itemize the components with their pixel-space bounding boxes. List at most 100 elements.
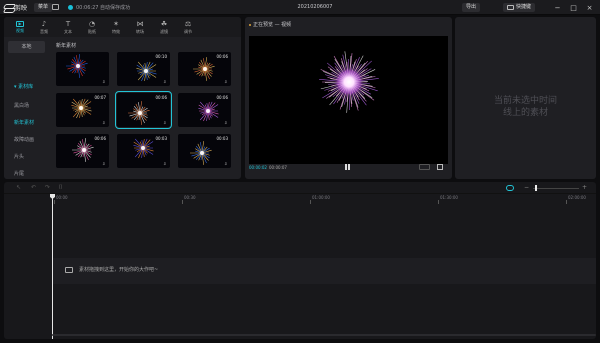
download-icon[interactable]: ⇩ (102, 80, 106, 84)
firework-preview-image (319, 51, 379, 113)
preview-player: 正在预览 — 视频 00:00:02 00:00:07 (245, 17, 452, 179)
current-timecode: 00:00:02 (249, 165, 267, 170)
capcut-logo-icon (4, 4, 13, 12)
ruler-tick-label: 01:00:00 (312, 195, 330, 200)
transition-icon: ⋈ (136, 19, 144, 28)
redo-icon[interactable]: ↷ (45, 185, 51, 191)
tab-transition[interactable]: ⋈ 转场 (128, 17, 152, 37)
tab-audio[interactable]: ♪ 音频 (32, 17, 56, 37)
tab-adjust[interactable]: ⚖ 调节 (176, 17, 200, 37)
close-icon[interactable]: × (585, 3, 594, 12)
media-panel: ▶ 视频 ♪ 音频 T 文本 ◔ 贴纸 ✶ 特效 ⋈ 转场 ☘ 滤镜 ⚖ 调节 本地 ▾ 素材库 黑白场 新年素… (4, 17, 241, 179)
download-icon[interactable]: ⇩ (163, 121, 167, 125)
download-icon[interactable]: ⇩ (224, 162, 228, 166)
sidebar-item-library[interactable]: ▾ 素材库 (8, 81, 45, 93)
sidebar-item-4[interactable]: 片尾 (8, 168, 45, 179)
minimize-icon[interactable]: − (553, 3, 562, 12)
duration-label: 00:06 (216, 54, 228, 59)
video-icon: ▶ (16, 20, 24, 27)
download-icon[interactable]: ⇩ (163, 80, 167, 84)
select-tool-icon[interactable]: ↖ (16, 185, 22, 191)
media-thumbnail[interactable]: 00:06 ⇩ (178, 93, 231, 127)
ruler-tick (438, 200, 439, 204)
tab-filter[interactable]: ☘ 滤镜 (152, 17, 176, 37)
tab-text[interactable]: T 文本 (56, 17, 80, 37)
media-thumbnail[interactable]: 00:07 ⇩ (56, 93, 109, 127)
zoom-out-icon[interactable]: − (524, 185, 529, 191)
timeline-panel: ↖ ↶ ↷ ⌷ − + 00:00 00:30 01:00:00 01:30:00 02… (4, 182, 596, 339)
timeline-toolbar: ↖ ↶ ↷ ⌷ − + (4, 182, 596, 194)
zoom-slider-handle[interactable] (535, 185, 537, 191)
duration-label: 00:06 (94, 136, 106, 141)
sidebar-item-1[interactable]: 新年素材 (8, 117, 45, 129)
media-thumbnail[interactable]: 00:10 ⇩ (117, 52, 170, 86)
sidebar-item-0[interactable]: 黑白场 (8, 100, 45, 112)
duration-label: 00:03 (216, 136, 228, 141)
audio-icon: ♪ (41, 19, 47, 28)
shortcut-button[interactable]: 快捷键 (503, 3, 536, 12)
media-thumbnail[interactable]: 00:06 ⇩ (178, 52, 231, 86)
tab-label: 贴纸 (88, 28, 96, 34)
menu-button[interactable]: 菜单 (34, 3, 53, 12)
download-icon[interactable]: ⇩ (224, 121, 228, 125)
sidebar-item-local[interactable]: 本地 (8, 41, 45, 53)
download-icon[interactable]: ⇩ (163, 162, 167, 166)
preview-screen[interactable] (249, 36, 448, 164)
split-icon[interactable]: ⌷ (59, 185, 65, 191)
text-icon: T (65, 19, 71, 28)
media-thumbnail[interactable]: 00:03 ⇩ (178, 134, 231, 168)
filter-icon: ☘ (160, 19, 168, 28)
keyboard-icon (507, 5, 514, 10)
playhead[interactable] (52, 194, 53, 339)
properties-panel: 当前未选中时间 线上的素材 (455, 17, 596, 179)
tab-label: 音频 (40, 28, 48, 34)
magnet-link-icon[interactable] (506, 185, 514, 191)
sidebar-item-3[interactable]: 片头 (8, 151, 45, 163)
duration-label: 00:06 (216, 95, 228, 100)
media-thumbnail[interactable]: ⇩ (56, 52, 109, 86)
zoom-in-icon[interactable]: + (582, 185, 587, 191)
timeline-ruler[interactable]: 00:00 00:30 01:00:00 01:30:00 02:00:00 (52, 194, 596, 204)
media-thumbnail[interactable]: 00:06 ⇩ (115, 91, 172, 129)
duration-label: 00:10 (155, 54, 167, 59)
fullscreen-icon[interactable] (437, 164, 443, 170)
download-icon[interactable]: ⇩ (102, 162, 106, 166)
track-drop-hint: 素材拖拽到这里，开始你的大作吧~ (79, 267, 159, 273)
media-thumbnail[interactable]: 00:06 ⇩ (56, 134, 109, 168)
adjust-icon: ⚖ (184, 19, 192, 28)
zoom-slider[interactable] (533, 188, 579, 189)
layout-icon[interactable] (52, 4, 59, 10)
ruler-tick (54, 200, 55, 204)
tab-sticker[interactable]: ◔ 贴纸 (80, 17, 104, 37)
maximize-icon[interactable]: □ (569, 3, 578, 12)
app-logo: 剪映 (4, 3, 27, 12)
sticker-icon: ◔ (88, 19, 96, 28)
undo-icon[interactable]: ↶ (31, 185, 37, 191)
tab-label: 调节 (184, 28, 192, 34)
effects-icon: ✶ (113, 19, 119, 28)
media-thumbnail[interactable]: 00:03 ⇩ (117, 134, 170, 168)
timeline-scrollbar[interactable] (52, 334, 596, 336)
player-title: 正在预览 — 视频 (249, 21, 291, 28)
tab-video[interactable]: ▶ 视频 (8, 17, 32, 37)
duration-label: 00:03 (155, 136, 167, 141)
tab-label: 视频 (16, 27, 24, 33)
track-header (4, 194, 52, 339)
save-status-icon (68, 5, 73, 10)
ruler-tick (310, 200, 311, 204)
duration-label: 00:06 (155, 95, 167, 100)
film-icon (65, 267, 73, 273)
pause-button[interactable] (345, 164, 351, 170)
aspect-ratio-button[interactable] (419, 164, 430, 170)
download-icon[interactable]: ⇩ (102, 121, 106, 125)
shortcut-label: 快捷键 (516, 4, 532, 10)
tab-effects[interactable]: ✶ 特效 (104, 17, 128, 37)
ruler-tick-label: 00:30 (184, 195, 196, 200)
download-icon[interactable]: ⇩ (224, 80, 228, 84)
export-button[interactable]: 导出 (462, 3, 481, 12)
ruler-tick (182, 200, 183, 204)
player-title-text: 正在预览 — 视频 (253, 22, 292, 28)
media-sidebar: 本地 ▾ 素材库 黑白场新年素材故障动画片头片尾时间片段 (4, 37, 48, 179)
ruler-tick-label: 02:00:00 (568, 195, 586, 200)
sidebar-item-2[interactable]: 故障动画 (8, 134, 45, 146)
